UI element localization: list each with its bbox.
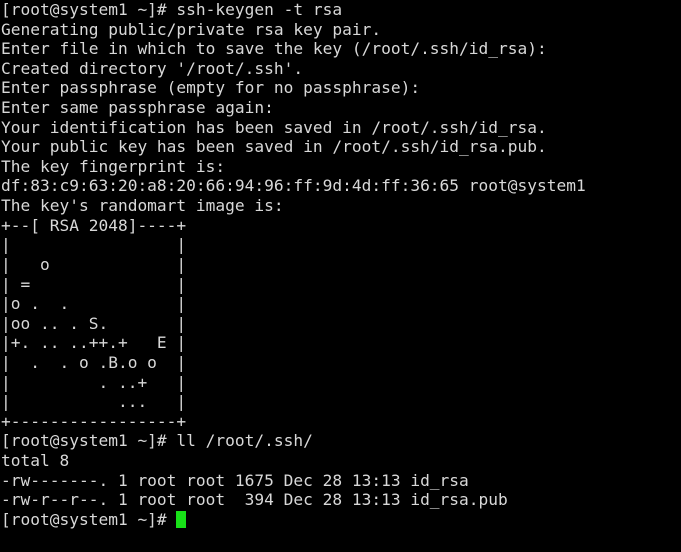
terminal-line-enter-passphrase: Enter passphrase (empty for no passphras…: [1, 78, 430, 98]
terminal-line-identification-saved: Your identification has been saved in /r…: [1, 117, 547, 137]
terminal-prompt: [root@system1 ~]#: [1, 509, 177, 529]
randomart-header-border: +--[ RSA 2048]----+: [1, 215, 187, 235]
terminal-line-file-id-rsa: -rw-------. 1 root root 1675 Dec 28 13:1…: [1, 470, 469, 490]
terminal-line-generating: Generating public/private rsa key pair.: [1, 19, 382, 39]
terminal-line-total: total 8: [1, 451, 70, 471]
randomart-row-7: | . . o .B.o o |: [1, 352, 187, 372]
terminal-line-fingerprint-value: df:83:c9:63:20:a8:20:66:94:96:ff:9d:4d:f…: [1, 176, 586, 196]
terminal-cursor: [176, 510, 187, 528]
terminal-line-enter-file: Enter file in which to save the key (/ro…: [1, 39, 557, 59]
terminal-window[interactable]: [root@system1 ~]# ssh-keygen -t rsa Gene…: [0, 0, 681, 552]
terminal-line-randomart-label: The key's randomart image is:: [1, 196, 284, 216]
terminal-line-file-id-rsa-pub: -rw-r--r--. 1 root root 394 Dec 28 13:13…: [1, 490, 508, 510]
terminal-line-command-keygen: [root@system1 ~]# ssh-keygen -t rsa: [1, 0, 343, 19]
terminal-line-enter-same-passphrase: Enter same passphrase again:: [1, 98, 284, 118]
randomart-footer-border: +-----------------+: [1, 411, 187, 431]
terminal-line-created-directory: Created directory '/root/.ssh'.: [1, 58, 304, 78]
randomart-row-2: | o |: [1, 254, 187, 274]
randomart-row-5: |oo .. . S. |: [1, 313, 187, 333]
randomart-row-3: | = |: [1, 274, 187, 294]
randomart-row-6: |+. .. ..++.+ E |: [1, 333, 187, 353]
terminal-prompt-line[interactable]: [root@system1 ~]#: [1, 510, 681, 530]
terminal-line-fingerprint-label: The key fingerprint is:: [1, 156, 226, 176]
randomart-row-8: | . ..+ |: [1, 372, 187, 392]
randomart-row-9: | ... |: [1, 392, 187, 412]
randomart-row-4: |o . . |: [1, 294, 187, 314]
randomart-row-1: | |: [1, 235, 187, 255]
terminal-screen: [root@system1 ~]# ssh-keygen -t rsa Gene…: [1, 0, 681, 529]
terminal-line-command-ll: [root@system1 ~]# ll /root/.ssh/: [1, 431, 313, 451]
terminal-line-public-key-saved: Your public key has been saved in /root/…: [1, 137, 547, 157]
